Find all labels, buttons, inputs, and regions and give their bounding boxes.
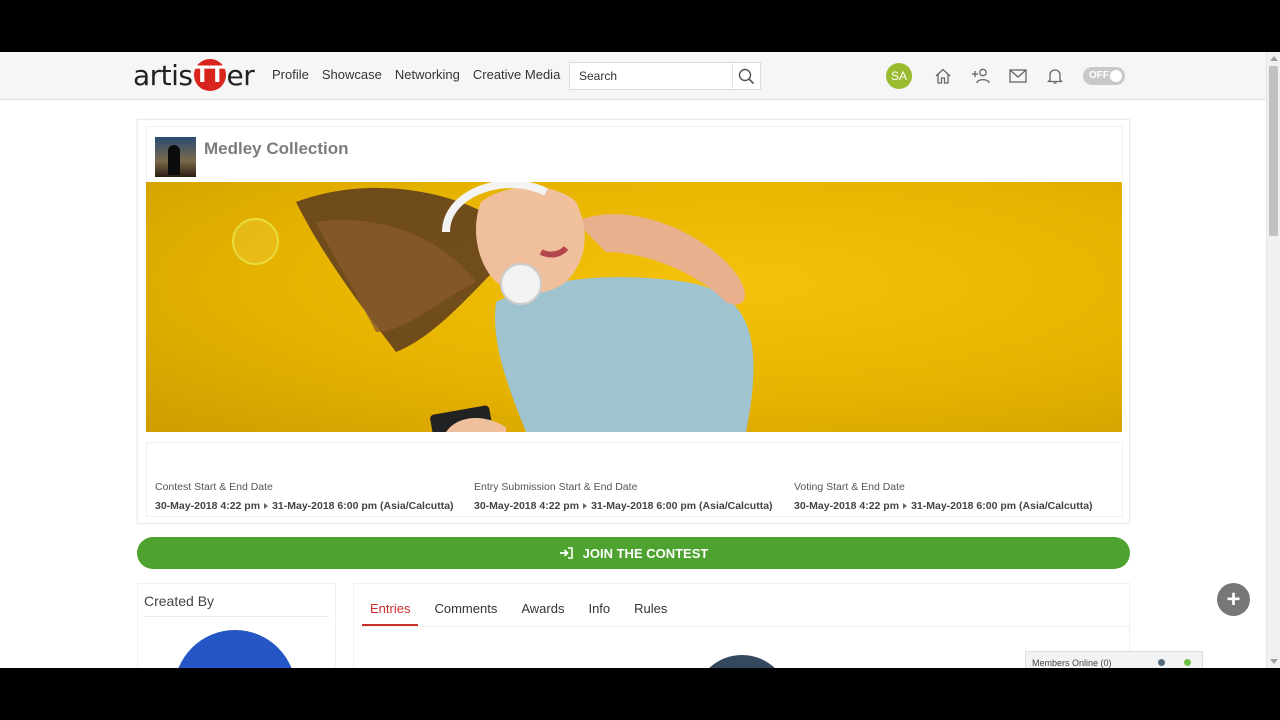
banner-illustration <box>296 182 754 432</box>
join-contest-label: JOIN THE CONTEST <box>582 545 709 561</box>
nav-profile[interactable]: Profile <box>272 67 309 82</box>
creator-avatar[interactable] <box>174 630 296 668</box>
entry-submission-date-range: Entry Submission Start & End Date 30-May… <box>474 481 773 512</box>
scrollbar-thumb[interactable] <box>1269 66 1278 236</box>
date-label: Contest Start & End Date <box>155 481 273 493</box>
date-label: Voting Start & End Date <box>794 481 905 493</box>
mail-icon[interactable] <box>1007 65 1029 87</box>
page-scrollbar[interactable] <box>1266 52 1280 668</box>
toggle-knob <box>1110 70 1122 82</box>
nav-creative-media[interactable]: Creative Media <box>473 67 560 82</box>
top-navbar: artis TT er Profile Showcase Networking Cr… <box>0 52 1266 100</box>
divider <box>144 616 329 617</box>
artister-logo[interactable]: artis TT er <box>133 58 255 92</box>
date-start: 30-May-2018 4:22 pm <box>794 500 900 512</box>
contest-thumbnail[interactable] <box>155 137 196 177</box>
sign-in-icon <box>559 547 573 559</box>
date-value: 30-May-2018 4:22 pm 31-May-2018 6:00 pm (… <box>155 500 454 512</box>
contest-dates: Contest Start & End Date 30-May-2018 4:2… <box>146 442 1123 517</box>
user-avatar[interactable]: SA <box>886 63 912 89</box>
saxophonist-silhouette <box>168 145 180 175</box>
arrow-right-icon <box>903 503 908 510</box>
tab-entries[interactable]: Entries <box>362 601 419 626</box>
add-friend-icon[interactable] <box>970 65 992 87</box>
date-value: 30-May-2018 4:22 pm 31-May-2018 6:00 pm (… <box>794 500 1093 512</box>
home-icon[interactable] <box>932 65 954 87</box>
nav-showcase[interactable]: Showcase <box>322 67 382 82</box>
tab-comments[interactable]: Comments <box>426 601 505 626</box>
search-input[interactable] <box>570 63 732 89</box>
date-end: 31-May-2018 6:00 pm (Asia/Calcutta) <box>591 500 773 512</box>
bell-icon[interactable] <box>1044 65 1066 87</box>
search-icon <box>738 68 755 84</box>
contest-tabs: Entries Comments Awards Info Rules <box>362 601 683 626</box>
date-label: Entry Submission Start & End Date <box>474 481 638 493</box>
date-value: 30-May-2018 4:22 pm 31-May-2018 6:00 pm (… <box>474 500 773 512</box>
scroll-up-arrow-icon[interactable] <box>1270 56 1278 61</box>
search-button[interactable] <box>732 63 760 89</box>
date-end: 31-May-2018 6:00 pm (Asia/Calcutta) <box>911 500 1093 512</box>
date-start: 30-May-2018 4:22 pm <box>474 500 580 512</box>
divider <box>362 626 1131 627</box>
scroll-down-arrow-icon[interactable] <box>1270 659 1278 664</box>
arrow-right-icon <box>583 503 588 510</box>
tab-info[interactable]: Info <box>580 601 618 626</box>
online-status-dot-icon <box>1184 659 1191 666</box>
join-contest-button[interactable]: JOIN THE CONTEST <box>137 537 1130 569</box>
nav-networking[interactable]: Networking <box>395 67 460 82</box>
add-floating-button[interactable]: + <box>1217 583 1250 616</box>
status-toggle[interactable]: OFF <box>1083 67 1125 85</box>
contest-banner-image <box>146 182 1122 432</box>
created-by-panel: Created By <box>137 583 336 668</box>
logo-text-end: er <box>226 58 255 92</box>
arrow-right-icon <box>264 503 269 510</box>
toggle-label: OFF <box>1089 70 1109 81</box>
browser-viewport: artis TT er Profile Showcase Networking Cr… <box>0 52 1280 668</box>
tab-awards[interactable]: Awards <box>513 601 572 626</box>
contest-header: Medley Collection <box>146 126 1123 182</box>
search-box <box>569 62 761 90</box>
contest-card: Medley Collection Contest Start & End Da… <box>137 119 1130 524</box>
logo-tt-badge: TT <box>193 59 226 91</box>
members-online-label: Members Online (0) <box>1032 658 1112 668</box>
tab-rules[interactable]: Rules <box>626 601 675 626</box>
voting-date-range: Voting Start & End Date 30-May-2018 4:22… <box>794 481 1093 512</box>
logo-text-start: artis <box>133 58 193 92</box>
created-by-title: Created By <box>144 593 215 609</box>
date-start: 30-May-2018 4:22 pm <box>155 500 261 512</box>
contest-tabs-panel: Entries Comments Awards Info Rules <box>353 583 1131 668</box>
contest-title: Medley Collection <box>204 139 349 158</box>
main-nav: Profile Showcase Networking Creative Med… <box>272 67 560 82</box>
cursor-highlight <box>232 218 279 265</box>
entry-avatar[interactable] <box>694 655 790 668</box>
offline-status-dot-icon <box>1158 659 1165 666</box>
plus-icon: + <box>1226 585 1241 613</box>
members-online-bar[interactable]: Members Online (0) <box>1025 651 1203 668</box>
date-end: 31-May-2018 6:00 pm (Asia/Calcutta) <box>272 500 454 512</box>
contest-date-range: Contest Start & End Date 30-May-2018 4:2… <box>155 481 454 512</box>
